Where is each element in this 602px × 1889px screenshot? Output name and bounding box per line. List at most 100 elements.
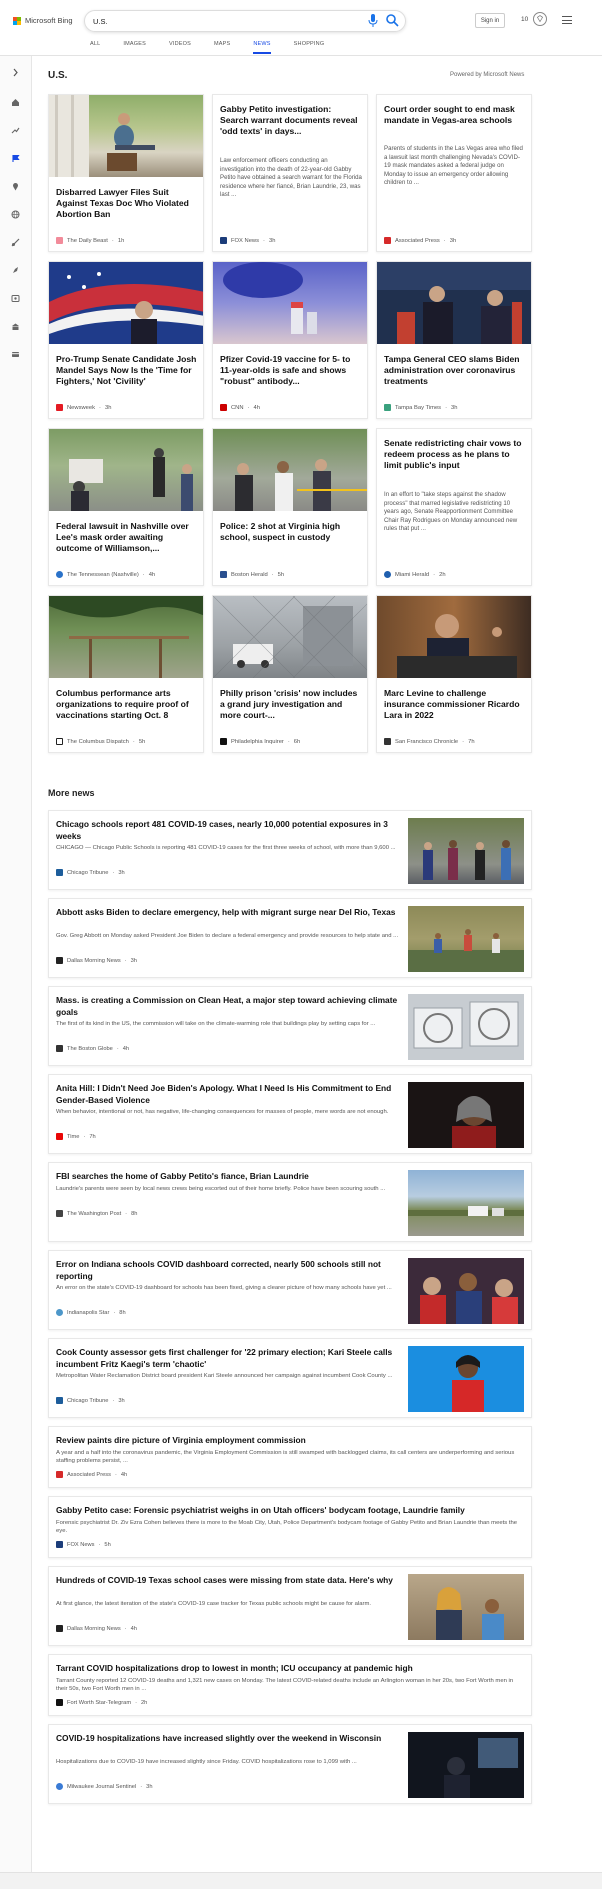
- news-card[interactable]: Marc Levine to challenge insurance commi…: [376, 595, 532, 753]
- card-title[interactable]: Tampa General CEO slams Biden administra…: [384, 354, 526, 387]
- card-title[interactable]: Federal lawsuit in Nashville over Lee's …: [56, 521, 198, 554]
- row-title[interactable]: Mass. is creating a Commission on Clean …: [56, 995, 402, 1018]
- row-title[interactable]: Anita Hill: I Didn't Need Joe Biden's Ap…: [56, 1083, 402, 1106]
- search-box: [84, 10, 406, 32]
- card-source: Associated Press · 3h: [384, 237, 456, 244]
- row-image: [408, 1082, 524, 1148]
- entertainment-icon[interactable]: [11, 294, 20, 303]
- news-row[interactable]: Hundreds of COVID-19 Texas school cases …: [48, 1566, 532, 1646]
- news-card[interactable]: Columbus performance arts organizations …: [48, 595, 204, 753]
- news-row[interactable]: FBI searches the home of Gabby Petito's …: [48, 1162, 532, 1242]
- row-title[interactable]: Gabby Petito case: Forensic psychiatrist…: [56, 1505, 522, 1517]
- powered-by-label[interactable]: Powered by Microsoft News: [450, 72, 524, 78]
- row-title[interactable]: COVID-19 hospitalizations have increased…: [56, 1733, 402, 1745]
- bing-logo[interactable]: Microsoft Bing: [13, 16, 73, 25]
- trending-icon[interactable]: [11, 126, 20, 135]
- row-image: [408, 1258, 524, 1324]
- news-card[interactable]: Pro-Trump Senate Candidate Josh Mandel S…: [48, 261, 204, 419]
- politics-icon[interactable]: [11, 238, 20, 247]
- row-title[interactable]: FBI searches the home of Gabby Petito's …: [56, 1171, 402, 1183]
- card-title[interactable]: Marc Levine to challenge insurance commi…: [384, 688, 526, 721]
- search-input[interactable]: [93, 14, 363, 28]
- scope-maps[interactable]: MAPS: [214, 41, 230, 54]
- scope-images[interactable]: IMAGES: [123, 41, 146, 54]
- expand-chevron-icon[interactable]: [11, 68, 20, 77]
- news-row[interactable]: Gabby Petito case: Forensic psychiatrist…: [48, 1496, 532, 1558]
- scope-all[interactable]: ALL: [90, 41, 100, 54]
- news-sidebar: [0, 56, 32, 1889]
- card-source: The Tennessean (Nashville) · 4h: [56, 571, 155, 578]
- row-source: Fort Worth Star-Telegram · 2h: [56, 1699, 147, 1706]
- news-card[interactable]: Gabby Petito investigation: Search warra…: [212, 94, 368, 252]
- card-title[interactable]: Pfizer Covid-19 vaccine for 5- to 11-yea…: [220, 354, 362, 387]
- row-title[interactable]: Tarrant COVID hospitalizations drop to l…: [56, 1663, 522, 1675]
- news-row[interactable]: Error on Indiana schools COVID dashboard…: [48, 1250, 532, 1330]
- row-title[interactable]: Review paints dire picture of Virginia e…: [56, 1435, 522, 1447]
- card-image: [49, 95, 203, 177]
- rewards-points[interactable]: 10: [521, 16, 528, 23]
- source-logo-icon: [56, 738, 63, 745]
- row-title[interactable]: Abbott asks Biden to declare emergency, …: [56, 907, 402, 919]
- news-card[interactable]: Court order sought to end mask mandate i…: [376, 94, 532, 252]
- card-title[interactable]: Columbus performance arts organizations …: [56, 688, 198, 721]
- row-title[interactable]: Cook County assessor gets first challeng…: [56, 1347, 402, 1370]
- row-source: FOX News · 5h: [56, 1541, 111, 1548]
- row-title[interactable]: Hundreds of COVID-19 Texas school cases …: [56, 1575, 402, 1587]
- money-card-icon[interactable]: [11, 350, 20, 359]
- location-pin-icon[interactable]: [11, 182, 20, 191]
- card-title[interactable]: Philly prison 'crisis' now includes a gr…: [220, 688, 362, 721]
- source-logo-icon: [56, 1783, 63, 1790]
- science-rocket-icon[interactable]: [11, 266, 20, 275]
- news-row[interactable]: Abbott asks Biden to declare emergency, …: [48, 898, 532, 978]
- news-card[interactable]: Police: 2 shot at Virginia high school, …: [212, 428, 368, 586]
- news-row[interactable]: Anita Hill: I Didn't Need Joe Biden's Ap…: [48, 1074, 532, 1154]
- card-image: [377, 262, 531, 344]
- news-row[interactable]: Review paints dire picture of Virginia e…: [48, 1426, 532, 1488]
- rewards-icon[interactable]: [533, 12, 547, 26]
- card-source: CNN · 4h: [220, 404, 260, 411]
- row-snippet: Metropolitan Water Reclamation District …: [56, 1373, 393, 1379]
- us-flag-icon[interactable]: [11, 154, 20, 163]
- source-logo-icon: [56, 1541, 63, 1548]
- scope-news[interactable]: NEWS: [253, 41, 271, 54]
- card-title[interactable]: Police: 2 shot at Virginia high school, …: [220, 521, 362, 543]
- news-row[interactable]: Mass. is creating a Commission on Clean …: [48, 986, 532, 1066]
- row-source: Chicago Tribune · 3h: [56, 869, 125, 876]
- card-title[interactable]: Gabby Petito investigation: Search warra…: [220, 104, 362, 137]
- news-card[interactable]: Pfizer Covid-19 vaccine for 5- to 11-yea…: [212, 261, 368, 419]
- row-source: Milwaukee Journal Sentinel · 3h: [56, 1783, 152, 1790]
- source-logo-icon: [56, 1397, 63, 1404]
- card-title[interactable]: Pro-Trump Senate Candidate Josh Mandel S…: [56, 354, 198, 387]
- news-card[interactable]: Tampa General CEO slams Biden administra…: [376, 261, 532, 419]
- microphone-icon[interactable]: [368, 14, 378, 28]
- news-card[interactable]: Federal lawsuit in Nashville over Lee's …: [48, 428, 204, 586]
- news-row[interactable]: Chicago schools report 481 COVID-19 case…: [48, 810, 532, 890]
- row-snippet: CHICAGO — Chicago Public Schools is repo…: [56, 845, 396, 851]
- sign-in-button[interactable]: Sign in: [475, 13, 505, 28]
- card-title[interactable]: Court order sought to end mask mandate i…: [384, 104, 526, 126]
- row-image: [408, 1170, 524, 1236]
- scope-videos[interactable]: VIDEOS: [169, 41, 191, 54]
- hamburger-menu-icon[interactable]: [562, 16, 572, 24]
- news-card[interactable]: Philly prison 'crisis' now includes a gr…: [212, 595, 368, 753]
- source-logo-icon: [384, 237, 391, 244]
- search-icon[interactable]: [385, 13, 399, 27]
- news-card[interactable]: Disbarred Lawyer Files Suit Against Texa…: [48, 94, 204, 252]
- business-icon[interactable]: [11, 322, 20, 331]
- news-row[interactable]: COVID-19 hospitalizations have increased…: [48, 1724, 532, 1804]
- card-image: [49, 596, 203, 678]
- source-logo-icon: [56, 237, 63, 244]
- news-row[interactable]: Cook County assessor gets first challeng…: [48, 1338, 532, 1418]
- news-row[interactable]: Tarrant COVID hospitalizations drop to l…: [48, 1654, 532, 1716]
- row-title[interactable]: Error on Indiana schools COVID dashboard…: [56, 1259, 402, 1282]
- row-title[interactable]: Chicago schools report 481 COVID-19 case…: [56, 819, 402, 842]
- row-snippet: At first glance, the latest iteration of…: [56, 1601, 371, 1607]
- card-title[interactable]: Senate redistricting chair vows to redee…: [384, 438, 526, 471]
- globe-icon[interactable]: [11, 210, 20, 219]
- home-icon[interactable]: [11, 98, 20, 107]
- news-card[interactable]: Senate redistricting chair vows to redee…: [376, 428, 532, 586]
- microsoft-logo-icon: [13, 16, 21, 25]
- scope-shopping[interactable]: SHOPPING: [294, 41, 325, 54]
- card-title[interactable]: Disbarred Lawyer Files Suit Against Texa…: [56, 187, 198, 220]
- card-source: The Columbus Dispatch · 5h: [56, 738, 145, 745]
